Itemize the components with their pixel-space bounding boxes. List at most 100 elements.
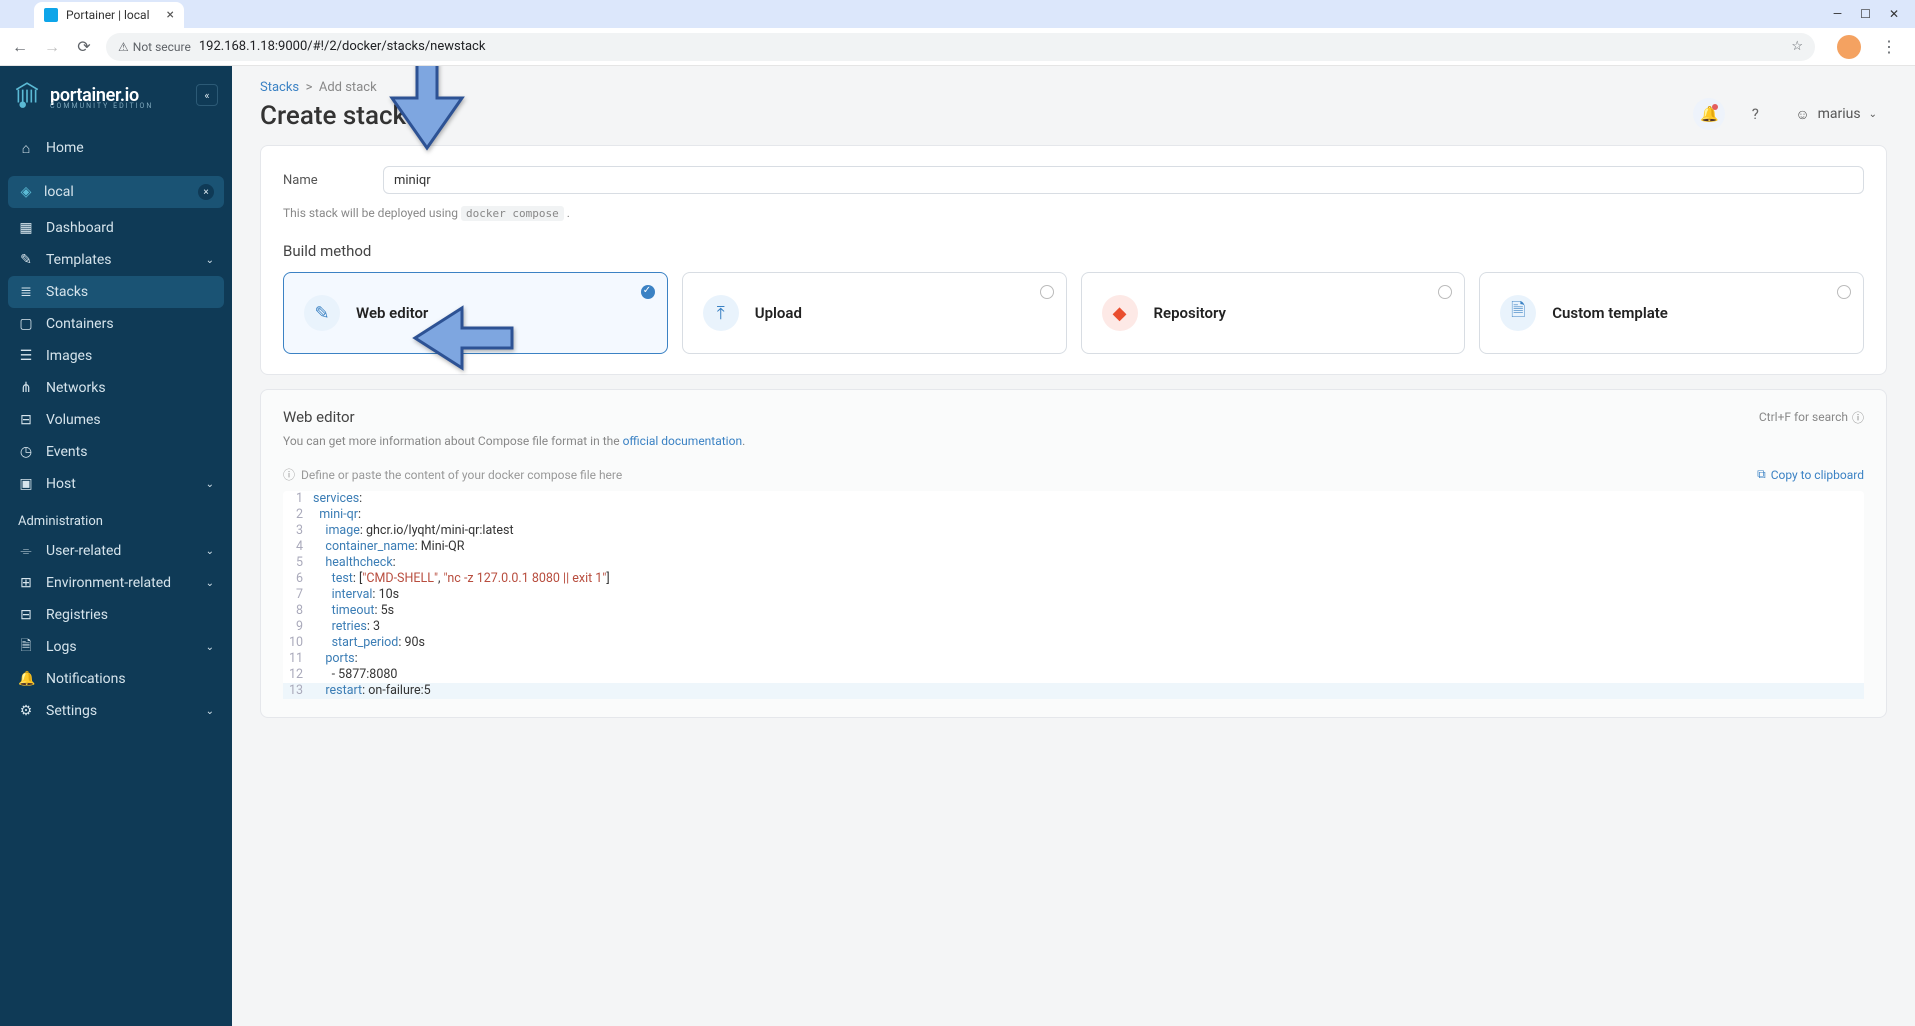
favicon-icon <box>44 8 58 22</box>
minimize-icon[interactable]: — <box>1833 7 1842 21</box>
sidebar-item-templates[interactable]: ✎Templates⌄ <box>0 244 232 276</box>
tab-close-icon[interactable]: × <box>167 7 174 23</box>
edit-icon: ✎ <box>304 295 340 331</box>
notifications-button[interactable]: 🔔 <box>1693 98 1725 130</box>
environment-selector[interactable]: ◈ local × <box>8 176 224 208</box>
page-title: Create stack ⟳ <box>260 101 430 131</box>
sidebar-item-notifications[interactable]: 🔔Notifications <box>0 663 232 695</box>
chevron-down-icon: ⌄ <box>206 706 214 717</box>
events-icon: ◷ <box>18 444 34 460</box>
chevron-down-icon: ⌄ <box>206 578 214 589</box>
stacks-icon: ≣ <box>18 284 34 300</box>
sidebar-item-containers[interactable]: ▢Containers <box>0 308 232 340</box>
copy-to-clipboard-button[interactable]: ⧉ Copy to clipboard <box>1757 467 1864 482</box>
url-field[interactable]: ⚠ Not secure 192.168.1.18:9000/#!/2/dock… <box>106 33 1815 61</box>
sidebar-item-registries[interactable]: ⊟Registries <box>0 599 232 631</box>
breadcrumb-current: Add stack <box>319 80 377 95</box>
name-label: Name <box>283 173 353 188</box>
editor-title: Web editor <box>283 408 355 426</box>
chevron-down-icon: ⌄ <box>206 546 214 557</box>
copy-icon: ⧉ <box>1757 467 1766 482</box>
tab-title: Portainer | local <box>66 8 150 22</box>
home-icon: ⌂ <box>18 140 34 157</box>
compose-editor[interactable]: 1services:2 mini-qr:3 image: ghcr.io/lyq… <box>283 491 1864 699</box>
warning-icon: ⚠ <box>118 40 129 54</box>
radio-selected-icon <box>641 285 655 299</box>
security-indicator[interactable]: ⚠ Not secure <box>118 40 191 54</box>
browser-tab-strip: Portainer | local × — ☐ ✕ <box>0 0 1915 28</box>
deploy-help-text: This stack will be deployed using docker… <box>283 206 1864 220</box>
url-text: 192.168.1.18:9000/#!/2/docker/stacks/new… <box>199 39 486 54</box>
help-button[interactable]: ? <box>1739 98 1771 130</box>
images-icon: ☰ <box>18 348 34 364</box>
logs-icon: 🗎 <box>18 635 34 659</box>
bookmark-icon[interactable]: ☆ <box>1791 39 1803 54</box>
docs-link[interactable]: official documentation <box>623 434 743 448</box>
back-button[interactable]: ← <box>10 37 30 57</box>
sidebar-collapse-button[interactable]: « <box>196 84 218 106</box>
sidebar-item-logs[interactable]: 🗎Logs⌄ <box>0 631 232 663</box>
search-hint: Ctrl+F for search ⓘ <box>1759 409 1864 426</box>
sidebar-item-volumes[interactable]: ⊟Volumes <box>0 404 232 436</box>
breadcrumb: Stacks > Add stack <box>260 80 430 95</box>
method-web-editor[interactable]: ✎ Web editor <box>283 272 668 354</box>
user-menu[interactable]: ☺ marius ⌄ <box>1785 102 1887 127</box>
build-method-label: Build method <box>283 242 1864 260</box>
users-icon: ⌯ <box>18 543 34 559</box>
docker-icon: ◈ <box>18 184 34 200</box>
containers-icon: ▢ <box>18 316 34 332</box>
sidebar-item-dashboard[interactable]: ▦Dashboard <box>0 212 232 244</box>
radio-icon <box>1837 285 1851 299</box>
sidebar-item-events[interactable]: ◷Events <box>0 436 232 468</box>
git-icon: ◆ <box>1102 295 1138 331</box>
address-bar: ← → ⟳ ⚠ Not secure 192.168.1.18:9000/#!/… <box>0 28 1915 66</box>
chevron-down-icon: ⌄ <box>1869 109 1877 120</box>
sidebar-item-environment-related[interactable]: ⊞Environment-related⌄ <box>0 567 232 599</box>
method-custom-template[interactable]: 🗎 Custom template <box>1479 272 1864 354</box>
user-icon: ☺ <box>1795 106 1809 123</box>
radio-icon <box>1438 285 1452 299</box>
upload-icon: ⤒ <box>703 295 739 331</box>
reload-button[interactable]: ⟳ <box>74 37 94 56</box>
chevron-down-icon: ⌄ <box>206 479 214 490</box>
refresh-icon[interactable]: ⟳ <box>416 106 430 126</box>
portainer-logo-icon <box>14 81 40 109</box>
editor-placeholder-hint: ⓘ Define or paste the content of your do… <box>283 466 622 483</box>
template-icon: 🗎 <box>1500 295 1536 331</box>
sidebar-item-networks[interactable]: ⋔Networks <box>0 372 232 404</box>
sidebar-item-host[interactable]: ▣Host⌄ <box>0 468 232 500</box>
method-repository[interactable]: ◆ Repository <box>1081 272 1466 354</box>
host-icon: ▣ <box>18 476 34 492</box>
sidebar-item-home[interactable]: ⌂ Home <box>0 132 232 164</box>
browser-menu-icon[interactable]: ⋮ <box>1881 37 1897 56</box>
stack-form-panel: Name This stack will be deployed using d… <box>260 145 1887 375</box>
window-controls: — ☐ ✕ <box>1833 7 1907 21</box>
browser-tab[interactable]: Portainer | local × <box>34 2 184 28</box>
close-window-icon[interactable]: ✕ <box>1889 7 1899 21</box>
breadcrumb-root[interactable]: Stacks <box>260 80 299 95</box>
bell-icon: 🔔 <box>18 671 34 687</box>
sidebar-item-images[interactable]: ☰Images <box>0 340 232 372</box>
help-icon[interactable]: ⓘ <box>1852 409 1864 426</box>
web-editor-panel: Web editor Ctrl+F for search ⓘ You can g… <box>260 389 1887 718</box>
profile-avatar[interactable] <box>1837 35 1861 59</box>
stack-name-input[interactable] <box>383 166 1864 194</box>
templates-icon: ✎ <box>18 252 34 268</box>
sidebar-item-settings[interactable]: ⚙Settings⌄ <box>0 695 232 727</box>
admin-section-label: Administration <box>0 500 232 535</box>
chevron-down-icon: ⌄ <box>206 642 214 653</box>
registries-icon: ⊟ <box>18 607 34 623</box>
maximize-icon[interactable]: ☐ <box>1860 7 1871 21</box>
main-content: Stacks > Add stack Create stack ⟳ 🔔 ? ☺ … <box>232 66 1915 1026</box>
editor-description: You can get more information about Compo… <box>283 434 1864 448</box>
gear-icon: ⚙ <box>18 703 34 719</box>
close-environment-icon[interactable]: × <box>198 184 214 200</box>
sidebar: portainer.io COMMUNITY EDITION « ⌂ Home … <box>0 66 232 1026</box>
chevron-down-icon: ⌄ <box>206 255 214 266</box>
logo[interactable]: portainer.io COMMUNITY EDITION « <box>0 66 232 124</box>
method-upload[interactable]: ⤒ Upload <box>682 272 1067 354</box>
sidebar-item-stacks[interactable]: ≣Stacks <box>8 276 224 308</box>
sidebar-item-user-related[interactable]: ⌯User-related⌄ <box>0 535 232 567</box>
forward-button[interactable]: → <box>42 37 62 57</box>
radio-icon <box>1040 285 1054 299</box>
